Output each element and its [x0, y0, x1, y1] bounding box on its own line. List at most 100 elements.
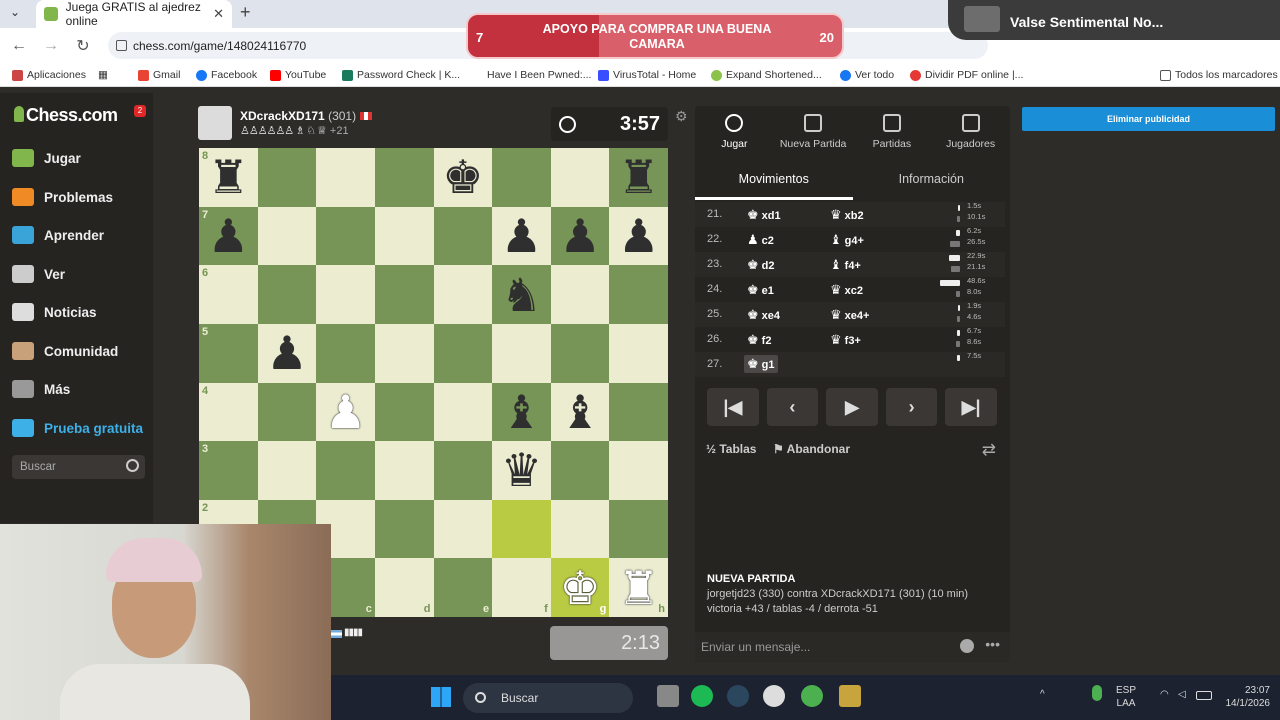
bookmark-facebook[interactable]: Facebook — [196, 69, 257, 81]
spotify-icon[interactable] — [691, 685, 713, 707]
opponent-name[interactable]: XDcrackXD171 (301) — [240, 109, 373, 123]
black-queen-piece[interactable]: ♛ — [501, 447, 542, 493]
square-f1[interactable]: f — [492, 558, 551, 617]
black-rook-piece[interactable]: ♜ — [618, 154, 659, 200]
square-c3[interactable] — [316, 441, 375, 500]
tab-nueva-partida[interactable]: Nueva Partida — [774, 106, 853, 158]
bookmark-password-check[interactable]: Password Check | K... — [342, 69, 460, 81]
bookmark-apps[interactable]: Aplicaciones — [12, 69, 86, 81]
square-a6[interactable]: 6 — [199, 265, 258, 324]
black-move[interactable]: ♛ f3+ — [830, 332, 861, 348]
square-h5[interactable] — [609, 323, 668, 383]
white-move[interactable]: ♚ d2 — [747, 257, 775, 273]
black-move[interactable]: ♝ g4+ — [830, 232, 864, 248]
battery-icon[interactable] — [1196, 691, 1212, 700]
tab-movimientos[interactable]: Movimientos — [695, 166, 853, 200]
square-b5[interactable]: ♟ — [257, 323, 317, 383]
black-move[interactable]: ♛ xc2 — [830, 282, 863, 298]
tab-informacion[interactable]: Información — [853, 166, 1011, 200]
app-icon[interactable] — [839, 685, 861, 707]
white-rook-piece[interactable]: ♜ — [618, 565, 659, 611]
square-e2[interactable] — [433, 499, 493, 559]
bookmark-virustotal[interactable]: VirusTotal - Home — [598, 69, 696, 81]
square-a4[interactable]: 4 — [199, 382, 258, 442]
square-c5[interactable] — [316, 323, 375, 383]
black-bishop-piece[interactable]: ♝ — [559, 389, 600, 435]
white-move[interactable]: ♚ xd1 — [747, 207, 781, 223]
nav-jugar[interactable]: Jugar — [12, 143, 81, 173]
square-d2[interactable] — [374, 499, 434, 559]
white-pawn-piece[interactable]: ♟ — [325, 389, 366, 435]
square-f7[interactable]: ♟ — [492, 206, 551, 266]
white-move[interactable]: ♚ g1 — [744, 355, 778, 373]
square-d7[interactable] — [374, 206, 434, 266]
previous-move-button[interactable]: ‹ — [766, 388, 819, 426]
settings-gear-icon[interactable]: ⚙ — [675, 108, 688, 125]
square-d6[interactable] — [374, 265, 434, 324]
black-pawn-piece[interactable]: ♟ — [618, 213, 659, 259]
apps-grid-icon[interactable]: ▦ — [98, 69, 108, 81]
sidebar-search-input[interactable]: Buscar — [12, 455, 145, 479]
white-king-piece[interactable]: ♚ — [559, 565, 600, 611]
tab-search-icon[interactable]: ⌄ — [10, 5, 20, 19]
forward-icon[interactable]: → — [38, 37, 64, 55]
square-e4[interactable] — [433, 382, 493, 442]
square-h3[interactable] — [609, 441, 668, 500]
square-g4[interactable]: ♝ — [550, 382, 610, 442]
square-g1[interactable]: g ♚ — [550, 558, 610, 617]
tab-jugadores[interactable]: Jugadores — [931, 106, 1010, 158]
bookmark-expand[interactable]: Expand Shortened... — [711, 69, 822, 81]
bookmark-hibp[interactable]: Have I Been Pwned:... — [487, 69, 591, 81]
square-b8[interactable] — [257, 148, 317, 207]
black-move[interactable]: ♛ xe4+ — [830, 307, 869, 323]
square-a3[interactable]: 3 — [199, 441, 258, 500]
tab-partidas[interactable]: Partidas — [853, 106, 932, 158]
opponent-avatar[interactable] — [198, 106, 232, 140]
square-h6[interactable] — [609, 265, 668, 324]
square-f4[interactable]: ♝ — [492, 382, 551, 442]
black-pawn-piece[interactable]: ♟ — [559, 213, 600, 259]
first-move-button[interactable]: |◀ — [707, 388, 759, 426]
square-b3[interactable] — [257, 441, 317, 500]
square-d8[interactable] — [374, 148, 434, 207]
square-g3[interactable] — [550, 441, 610, 500]
more-options-icon[interactable]: ••• — [985, 636, 1000, 652]
white-move[interactable]: ♚ xe4 — [747, 307, 780, 323]
square-b6[interactable] — [257, 265, 317, 324]
reload-icon[interactable]: ↻ — [70, 36, 96, 56]
black-bishop-piece[interactable]: ♝ — [501, 389, 542, 435]
square-g6[interactable] — [550, 265, 610, 324]
square-e6[interactable] — [433, 265, 493, 324]
square-c7[interactable] — [316, 206, 375, 266]
square-h4[interactable] — [609, 382, 668, 442]
chrome-icon[interactable] — [801, 685, 823, 707]
search-icon[interactable] — [126, 459, 139, 472]
black-move[interactable]: ♝ f4+ — [830, 257, 861, 273]
square-h1[interactable]: h ♜ — [609, 558, 668, 617]
next-move-button[interactable]: › — [885, 388, 938, 426]
square-g2[interactable] — [550, 499, 610, 559]
square-h7[interactable]: ♟ — [609, 206, 668, 266]
square-f3[interactable]: ♛ — [492, 441, 551, 500]
browser-tab[interactable]: Juega GRATIS al ajedrez online ✕ — [36, 0, 232, 28]
remove-ads-button[interactable]: Eliminar publicidad — [1022, 107, 1275, 131]
nav-ver[interactable]: Ver — [12, 259, 65, 289]
black-move[interactable]: ♛ xb2 — [830, 207, 864, 223]
bookmark-pdf[interactable]: Dividir PDF online |... — [910, 69, 1023, 81]
square-f6[interactable]: ♞ — [492, 265, 551, 324]
square-h2[interactable] — [609, 499, 668, 559]
last-move-button[interactable]: ▶| — [945, 388, 997, 426]
black-knight-piece[interactable]: ♞ — [501, 272, 542, 318]
nav-comunidad[interactable]: Comunidad — [12, 336, 118, 366]
new-tab-icon[interactable]: + — [240, 2, 251, 23]
square-a8[interactable]: 8 ♜ — [199, 148, 258, 207]
nav-problemas[interactable]: Problemas — [12, 182, 113, 212]
square-e7[interactable] — [433, 206, 493, 266]
obs-icon[interactable] — [763, 685, 785, 707]
square-b4[interactable] — [257, 382, 317, 442]
notification-badge[interactable]: 2 — [134, 105, 146, 117]
black-pawn-piece[interactable]: ♟ — [501, 213, 542, 259]
steam-icon[interactable] — [727, 685, 749, 707]
nav-mas[interactable]: Más — [12, 374, 70, 404]
task-view-icon[interactable] — [657, 685, 679, 707]
